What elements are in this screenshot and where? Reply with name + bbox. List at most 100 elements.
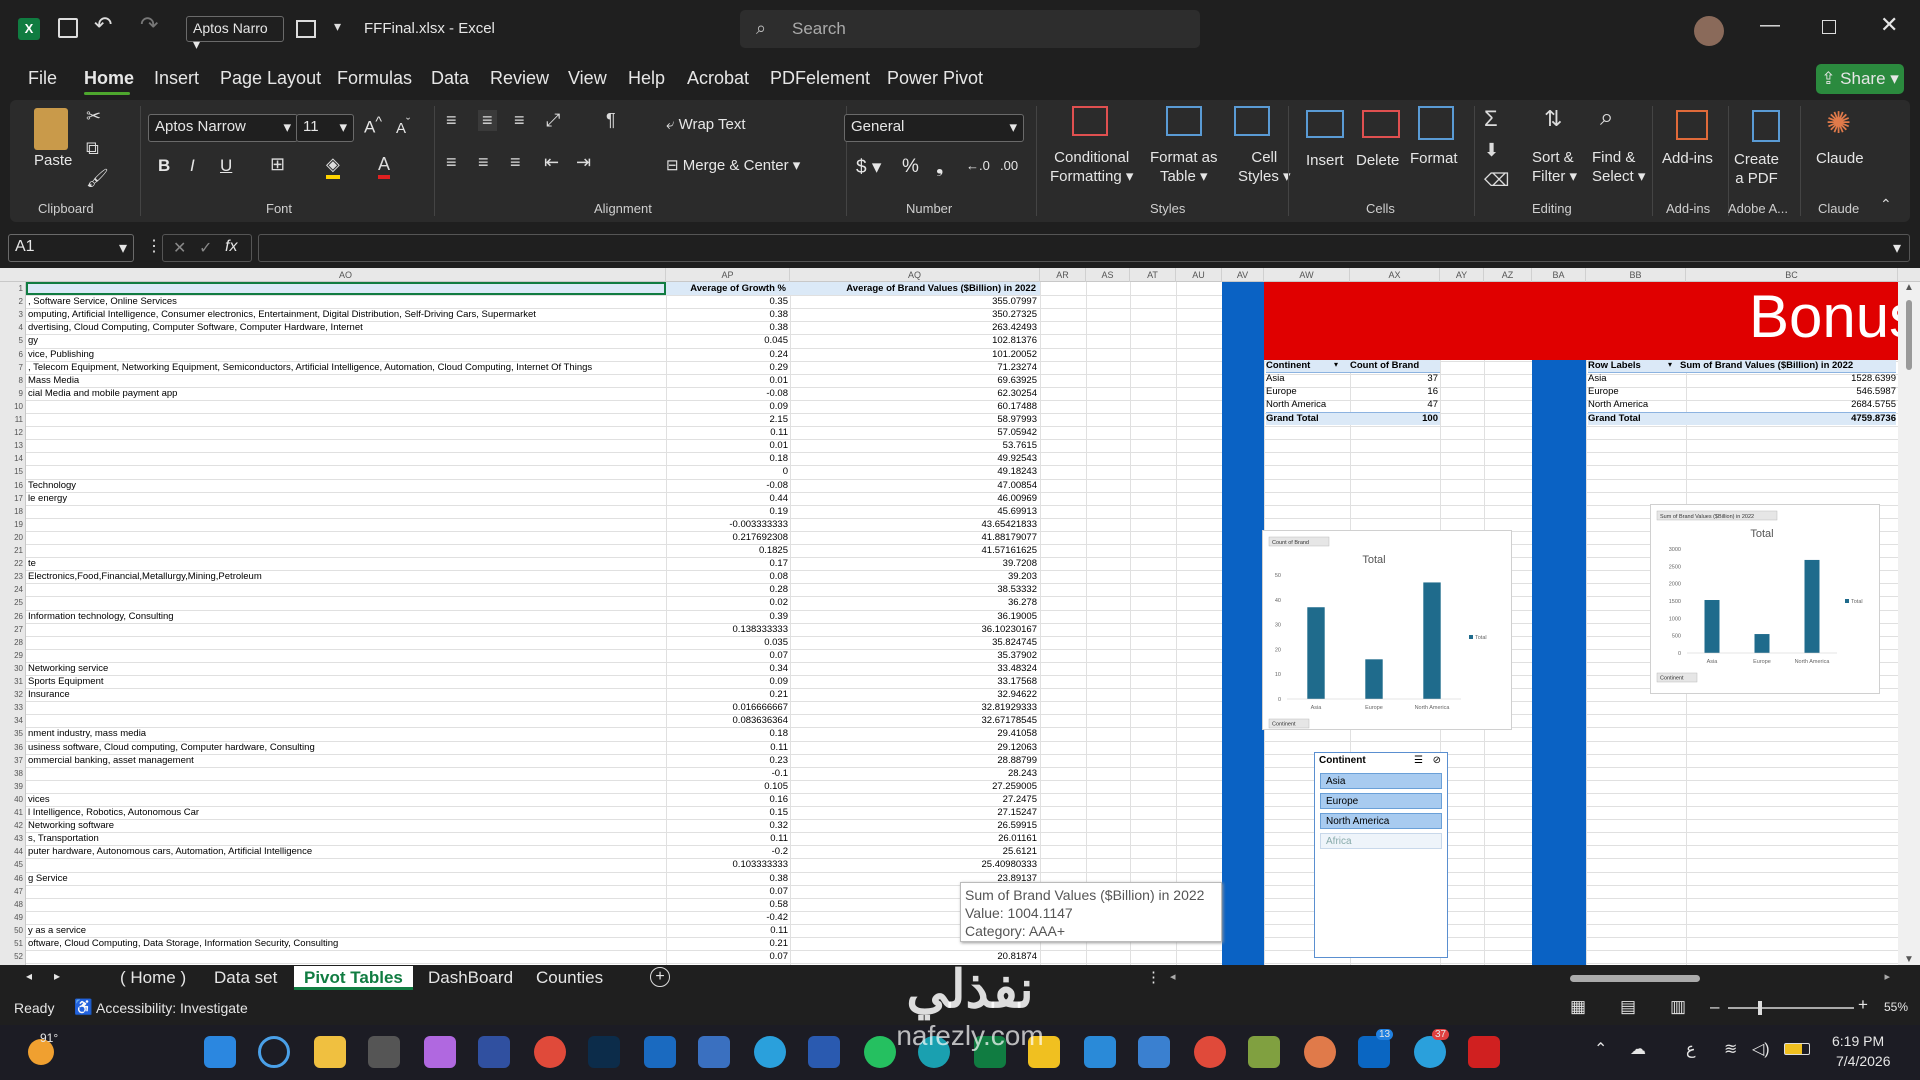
row-header[interactable]: 51: [0, 937, 26, 950]
paste-button[interactable]: Paste: [34, 152, 72, 169]
industry-cell[interactable]: [28, 518, 664, 531]
brand-value-cell[interactable]: 71.23274: [790, 361, 1037, 374]
outlook-icon[interactable]: [644, 1036, 676, 1068]
brand-value-cell[interactable]: 39.7208: [790, 557, 1037, 570]
industry-cell[interactable]: [28, 701, 664, 714]
growth-cell[interactable]: 0.21: [666, 688, 789, 701]
accessibility-icon[interactable]: ♿: [74, 998, 93, 1016]
avatar[interactable]: [1694, 16, 1724, 46]
menu-page-layout[interactable]: Page Layout: [220, 68, 321, 89]
menu-power-pivot[interactable]: Power Pivot: [887, 68, 983, 89]
growth-cell[interactable]: 0.15: [666, 806, 789, 819]
sheet-tab-counties[interactable]: Counties: [526, 966, 613, 990]
industry-cell[interactable]: y as a service: [28, 924, 664, 937]
brand-value-cell[interactable]: 39.203: [790, 570, 1037, 583]
row-header[interactable]: 45: [0, 858, 26, 871]
brand-value-cell[interactable]: 43.65421833: [790, 518, 1037, 531]
industry-cell[interactable]: [28, 885, 664, 898]
brand-value-cell[interactable]: 36.278: [790, 596, 1037, 609]
row-header[interactable]: 15: [0, 465, 26, 478]
row-header[interactable]: 52: [0, 950, 26, 963]
industry-cell[interactable]: le energy: [28, 492, 664, 505]
row-header[interactable]: 40: [0, 793, 26, 806]
industry-cell[interactable]: , Software Service, Online Services: [28, 295, 664, 308]
file-explorer-icon[interactable]: [314, 1036, 346, 1068]
row-header[interactable]: 31: [0, 675, 26, 688]
row-header[interactable]: 2: [0, 295, 26, 308]
decrease-decimal-icon[interactable]: .00: [1000, 158, 1018, 173]
row-header[interactable]: 28: [0, 636, 26, 649]
menu-insert[interactable]: Insert: [154, 68, 199, 89]
column-header[interactable]: AW: [1264, 268, 1350, 282]
cell-styles-button[interactable]: Cell Styles ▾: [1238, 148, 1291, 186]
growth-cell[interactable]: 0.18: [666, 452, 789, 465]
qat-font-box[interactable]: Aptos Narro ▾: [186, 16, 284, 52]
industry-cell[interactable]: [28, 780, 664, 793]
menu-review[interactable]: Review: [490, 68, 549, 89]
growth-cell[interactable]: 0.17: [666, 557, 789, 570]
italic-button[interactable]: I: [190, 156, 195, 176]
row-header[interactable]: 24: [0, 583, 26, 596]
industry-cell[interactable]: [28, 505, 664, 518]
industry-cell[interactable]: [28, 623, 664, 636]
brand-value-cell[interactable]: 47.00854: [790, 479, 1037, 492]
brand-value-cell[interactable]: 26.59915: [790, 819, 1037, 832]
row-header[interactable]: 48: [0, 898, 26, 911]
photoshop-icon[interactable]: [588, 1036, 620, 1068]
industry-cell[interactable]: vice, Publishing: [28, 348, 664, 361]
column-header[interactable]: AS: [1086, 268, 1130, 282]
brand-value-cell[interactable]: 32.81929333: [790, 701, 1037, 714]
growth-cell[interactable]: 0.11: [666, 924, 788, 937]
industry-cell[interactable]: nment industry, mass media: [28, 727, 664, 740]
industry-cell[interactable]: [28, 452, 664, 465]
industry-cell[interactable]: vices: [28, 793, 664, 806]
pivot-chart-sum[interactable]: Sum of Brand Values ($Billion) in 2022 To…: [1650, 504, 1880, 694]
growth-cell[interactable]: 0.045: [666, 334, 788, 347]
pivot-table-sum[interactable]: Row Labels ▾ Sum of Brand Values ($Billion…: [1588, 360, 1896, 425]
restore-icon[interactable]: [1822, 20, 1836, 34]
growth-cell[interactable]: 0.01: [666, 439, 789, 452]
column-header[interactable]: BB: [1586, 268, 1686, 282]
normal-view-icon[interactable]: ▦: [1570, 997, 1586, 1017]
growth-cell[interactable]: 0.09: [666, 675, 789, 688]
brand-value-cell[interactable]: 29.41058: [790, 727, 1037, 740]
growth-cell[interactable]: 0.138333333: [666, 623, 788, 636]
add-sheet-icon[interactable]: +: [650, 967, 670, 987]
font-name-dropdown[interactable]: Aptos Narrow ▾: [148, 114, 298, 142]
cell-styles-icon[interactable]: [1234, 106, 1270, 136]
brand-value-cell[interactable]: 26.01161: [790, 832, 1037, 845]
row-header[interactable]: 35: [0, 727, 26, 740]
claude-button[interactable]: Claude: [1816, 150, 1864, 167]
row-header[interactable]: 46: [0, 872, 26, 885]
brand-value-cell[interactable]: 69.63925: [790, 374, 1037, 387]
snipping-icon[interactable]: [1138, 1036, 1170, 1068]
industry-cell[interactable]: [28, 413, 664, 426]
growth-cell[interactable]: 0.105: [666, 780, 788, 793]
brand-value-cell[interactable]: 33.17568: [790, 675, 1037, 688]
continent-slicer[interactable]: Continent ☰ ⊘ Asia Europe North America Afric…: [1314, 752, 1448, 958]
start-icon[interactable]: [204, 1036, 236, 1068]
accessibility-status[interactable]: Accessibility: Investigate: [96, 1000, 248, 1016]
growth-cell[interactable]: 0.18: [666, 727, 789, 740]
column-header[interactable]: AX: [1350, 268, 1440, 282]
growth-cell[interactable]: 0.19: [666, 505, 789, 518]
name-box[interactable]: A1 ▾: [8, 234, 134, 262]
brand-value-cell[interactable]: 29.12063: [790, 741, 1037, 754]
industry-cell[interactable]: Networking software: [28, 819, 664, 832]
row-header[interactable]: 44: [0, 845, 26, 858]
industry-cell[interactable]: [28, 767, 664, 780]
growth-cell[interactable]: 0.35: [666, 295, 789, 308]
language-indicator[interactable]: ع: [1686, 1039, 1696, 1059]
telegram-icon[interactable]: [754, 1036, 786, 1068]
growth-cell[interactable]: -0.08: [666, 479, 788, 492]
growth-cell[interactable]: -0.42: [666, 911, 788, 924]
growth-cell[interactable]: 0.23: [666, 754, 789, 767]
column-header[interactable]: AZ: [1484, 268, 1532, 282]
addins-button[interactable]: Add-ins: [1662, 150, 1713, 167]
collapse-ribbon-icon[interactable]: ⌃: [1880, 196, 1892, 213]
text-direction-icon[interactable]: ¶: [606, 110, 616, 131]
powerbi-icon[interactable]: [1028, 1036, 1060, 1068]
merge-center-button[interactable]: ⊟ Merge & Center ▾: [666, 156, 800, 174]
growth-cell[interactable]: 0.24: [666, 348, 789, 361]
conditional-formatting-icon[interactable]: [1072, 106, 1108, 136]
